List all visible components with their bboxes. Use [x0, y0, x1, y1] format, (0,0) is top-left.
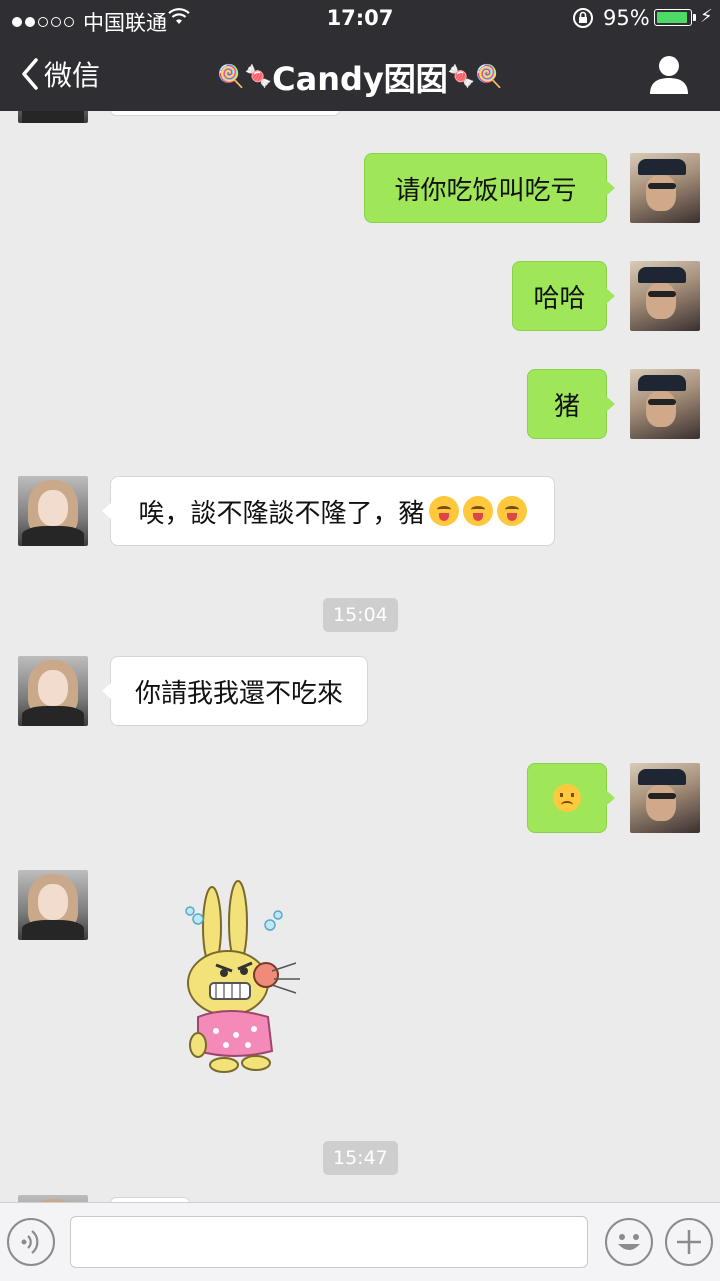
avatar-me[interactable] — [630, 763, 700, 833]
avatar-other-partial[interactable] — [18, 111, 88, 123]
contact-profile-icon[interactable] — [646, 52, 692, 98]
message-bubble-me[interactable] — [527, 763, 615, 833]
tongue-out-emoji-icon — [496, 496, 527, 526]
avatar-me[interactable] — [630, 153, 700, 223]
back-button[interactable]: 微信 — [20, 52, 100, 96]
battery-icon — [654, 9, 692, 26]
message-text: 唉，談不隆談不隆了，豬 — [138, 498, 425, 529]
avatar-other[interactable] — [18, 656, 88, 726]
plus-icon — [677, 1230, 701, 1254]
title-deco-right: 🍬🍭 — [447, 64, 503, 90]
message-input[interactable] — [70, 1216, 588, 1268]
message-bubble-other[interactable]: 唉，談不隆談不隆了，豬 — [102, 476, 555, 546]
more-options-button[interactable] — [665, 1218, 713, 1266]
battery-level — [657, 12, 687, 23]
rotation-lock-icon — [573, 8, 593, 28]
avatar-other[interactable] — [18, 870, 88, 940]
chat-title: 🍭🍬Candy囡囡🍬🍭 — [140, 54, 580, 98]
title-deco-left: 🍭🍬 — [217, 64, 273, 90]
header: 中国联通 17:07 95% ⚡ 微信 🍭🍬Candy囡囡🍬🍭 — [0, 0, 720, 111]
message-text: 哈哈 — [533, 283, 586, 314]
message-text: 猪 — [553, 391, 580, 422]
chevron-left-icon — [22, 58, 38, 90]
voice-input-button[interactable] — [7, 1218, 55, 1266]
message-bubble-other[interactable]: 你請我我還不吃來 — [102, 656, 368, 726]
contact-name: Candy囡囡 — [272, 60, 448, 98]
message-text: 请你吃饭叫吃亏 — [394, 175, 577, 206]
voice-icon — [21, 1230, 39, 1254]
angry-rabbit-sticker[interactable] — [176, 875, 304, 1075]
avatar-other-partial[interactable] — [18, 1195, 88, 1202]
message-bubble-me[interactable]: 哈哈 — [512, 261, 615, 331]
avatar-me[interactable] — [630, 369, 700, 439]
timestamp: 15:47 — [323, 1141, 398, 1175]
emoji-button[interactable] — [605, 1218, 653, 1266]
tongue-out-emoji-icon — [462, 496, 493, 526]
charging-icon: ⚡ — [700, 6, 713, 27]
message-bubble-me[interactable]: 请你吃饭叫吃亏 — [364, 153, 615, 223]
bubble-partial — [110, 111, 340, 116]
battery-percent: 95% — [603, 6, 650, 30]
message-bubble-me[interactable]: 猪 — [527, 369, 615, 439]
tongue-out-emoji-icon — [428, 496, 459, 526]
timestamp: 15:04 — [323, 598, 398, 632]
back-label: 微信 — [44, 59, 101, 92]
avatar-other[interactable] — [18, 476, 88, 546]
frown-emoji-icon — [553, 784, 581, 812]
smiley-icon — [618, 1234, 640, 1250]
input-toolbar — [0, 1202, 720, 1281]
chat-scroll-area[interactable]: 请你吃饭叫吃亏 哈哈 猪 唉，談不隆談不隆了，豬 15:04 你請我我還不吃來 — [0, 111, 720, 1202]
message-text: 你請我我還不吃來 — [134, 678, 343, 709]
avatar-me[interactable] — [630, 261, 700, 331]
status-bar: 中国联通 17:07 95% ⚡ — [0, 0, 720, 36]
